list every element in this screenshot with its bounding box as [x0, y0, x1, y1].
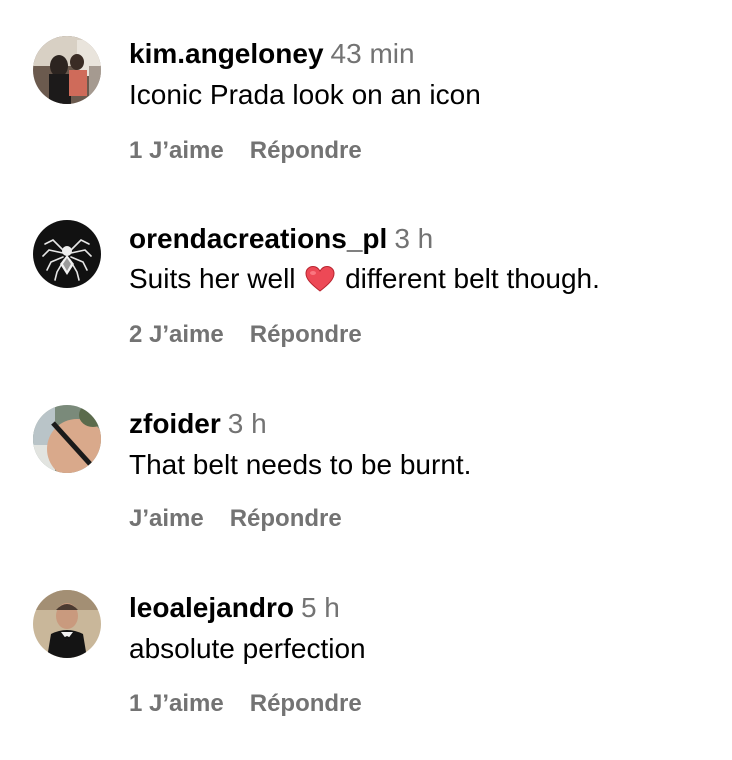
- avatar[interactable]: [33, 36, 101, 104]
- username[interactable]: zfoider: [129, 408, 221, 439]
- timestamp[interactable]: 43 min: [331, 38, 415, 69]
- comment-text: Suits her well different belt though.: [129, 262, 600, 296]
- timestamp[interactable]: 3 h: [228, 408, 267, 439]
- reply-button[interactable]: Répondre: [250, 690, 362, 717]
- like-button[interactable]: J’aime: [129, 505, 204, 532]
- spider-avatar-icon: [33, 220, 101, 288]
- username[interactable]: kim.angeloney: [129, 38, 324, 69]
- comment-header: orendacreations_pl 3 h: [129, 222, 433, 256]
- heart-emoji-icon: [305, 265, 335, 292]
- reply-button[interactable]: Répondre: [230, 505, 342, 532]
- reply-button[interactable]: Répondre: [250, 137, 362, 164]
- avatar[interactable]: [33, 220, 101, 288]
- avatar-photo: [33, 405, 101, 473]
- reply-button[interactable]: Répondre: [250, 321, 362, 348]
- comment-text: absolute perfection: [129, 633, 366, 664]
- username[interactable]: leoalejandro: [129, 592, 294, 623]
- comment-actions: J’aime Répondre: [129, 504, 342, 534]
- comment-text-part: Suits her well: [129, 263, 296, 294]
- comment-header: zfoider 3 h: [129, 407, 267, 441]
- avatar-photo: [33, 36, 101, 104]
- avatar[interactable]: [33, 405, 101, 473]
- username[interactable]: orendacreations_pl: [129, 223, 387, 254]
- comment-actions: 1 J’aime Répondre: [129, 689, 362, 719]
- timestamp[interactable]: 5 h: [301, 592, 340, 623]
- comment-actions: 1 J’aime Répondre: [129, 136, 362, 166]
- timestamp[interactable]: 3 h: [394, 223, 433, 254]
- avatar-photo: [33, 590, 101, 658]
- like-count[interactable]: 1 J’aime: [129, 137, 224, 164]
- like-count[interactable]: 1 J’aime: [129, 690, 224, 717]
- avatar[interactable]: [33, 590, 101, 658]
- comment-actions: 2 J’aime Répondre: [129, 320, 362, 350]
- comment-text: That belt needs to be burnt.: [129, 449, 472, 480]
- like-count[interactable]: 2 J’aime: [129, 321, 224, 348]
- comment-header: leoalejandro 5 h: [129, 591, 340, 625]
- comment-text-part: different belt though.: [345, 263, 600, 294]
- comment-text: Iconic Prada look on an icon: [129, 79, 481, 110]
- comment-header: kim.angeloney 43 min: [129, 37, 415, 71]
